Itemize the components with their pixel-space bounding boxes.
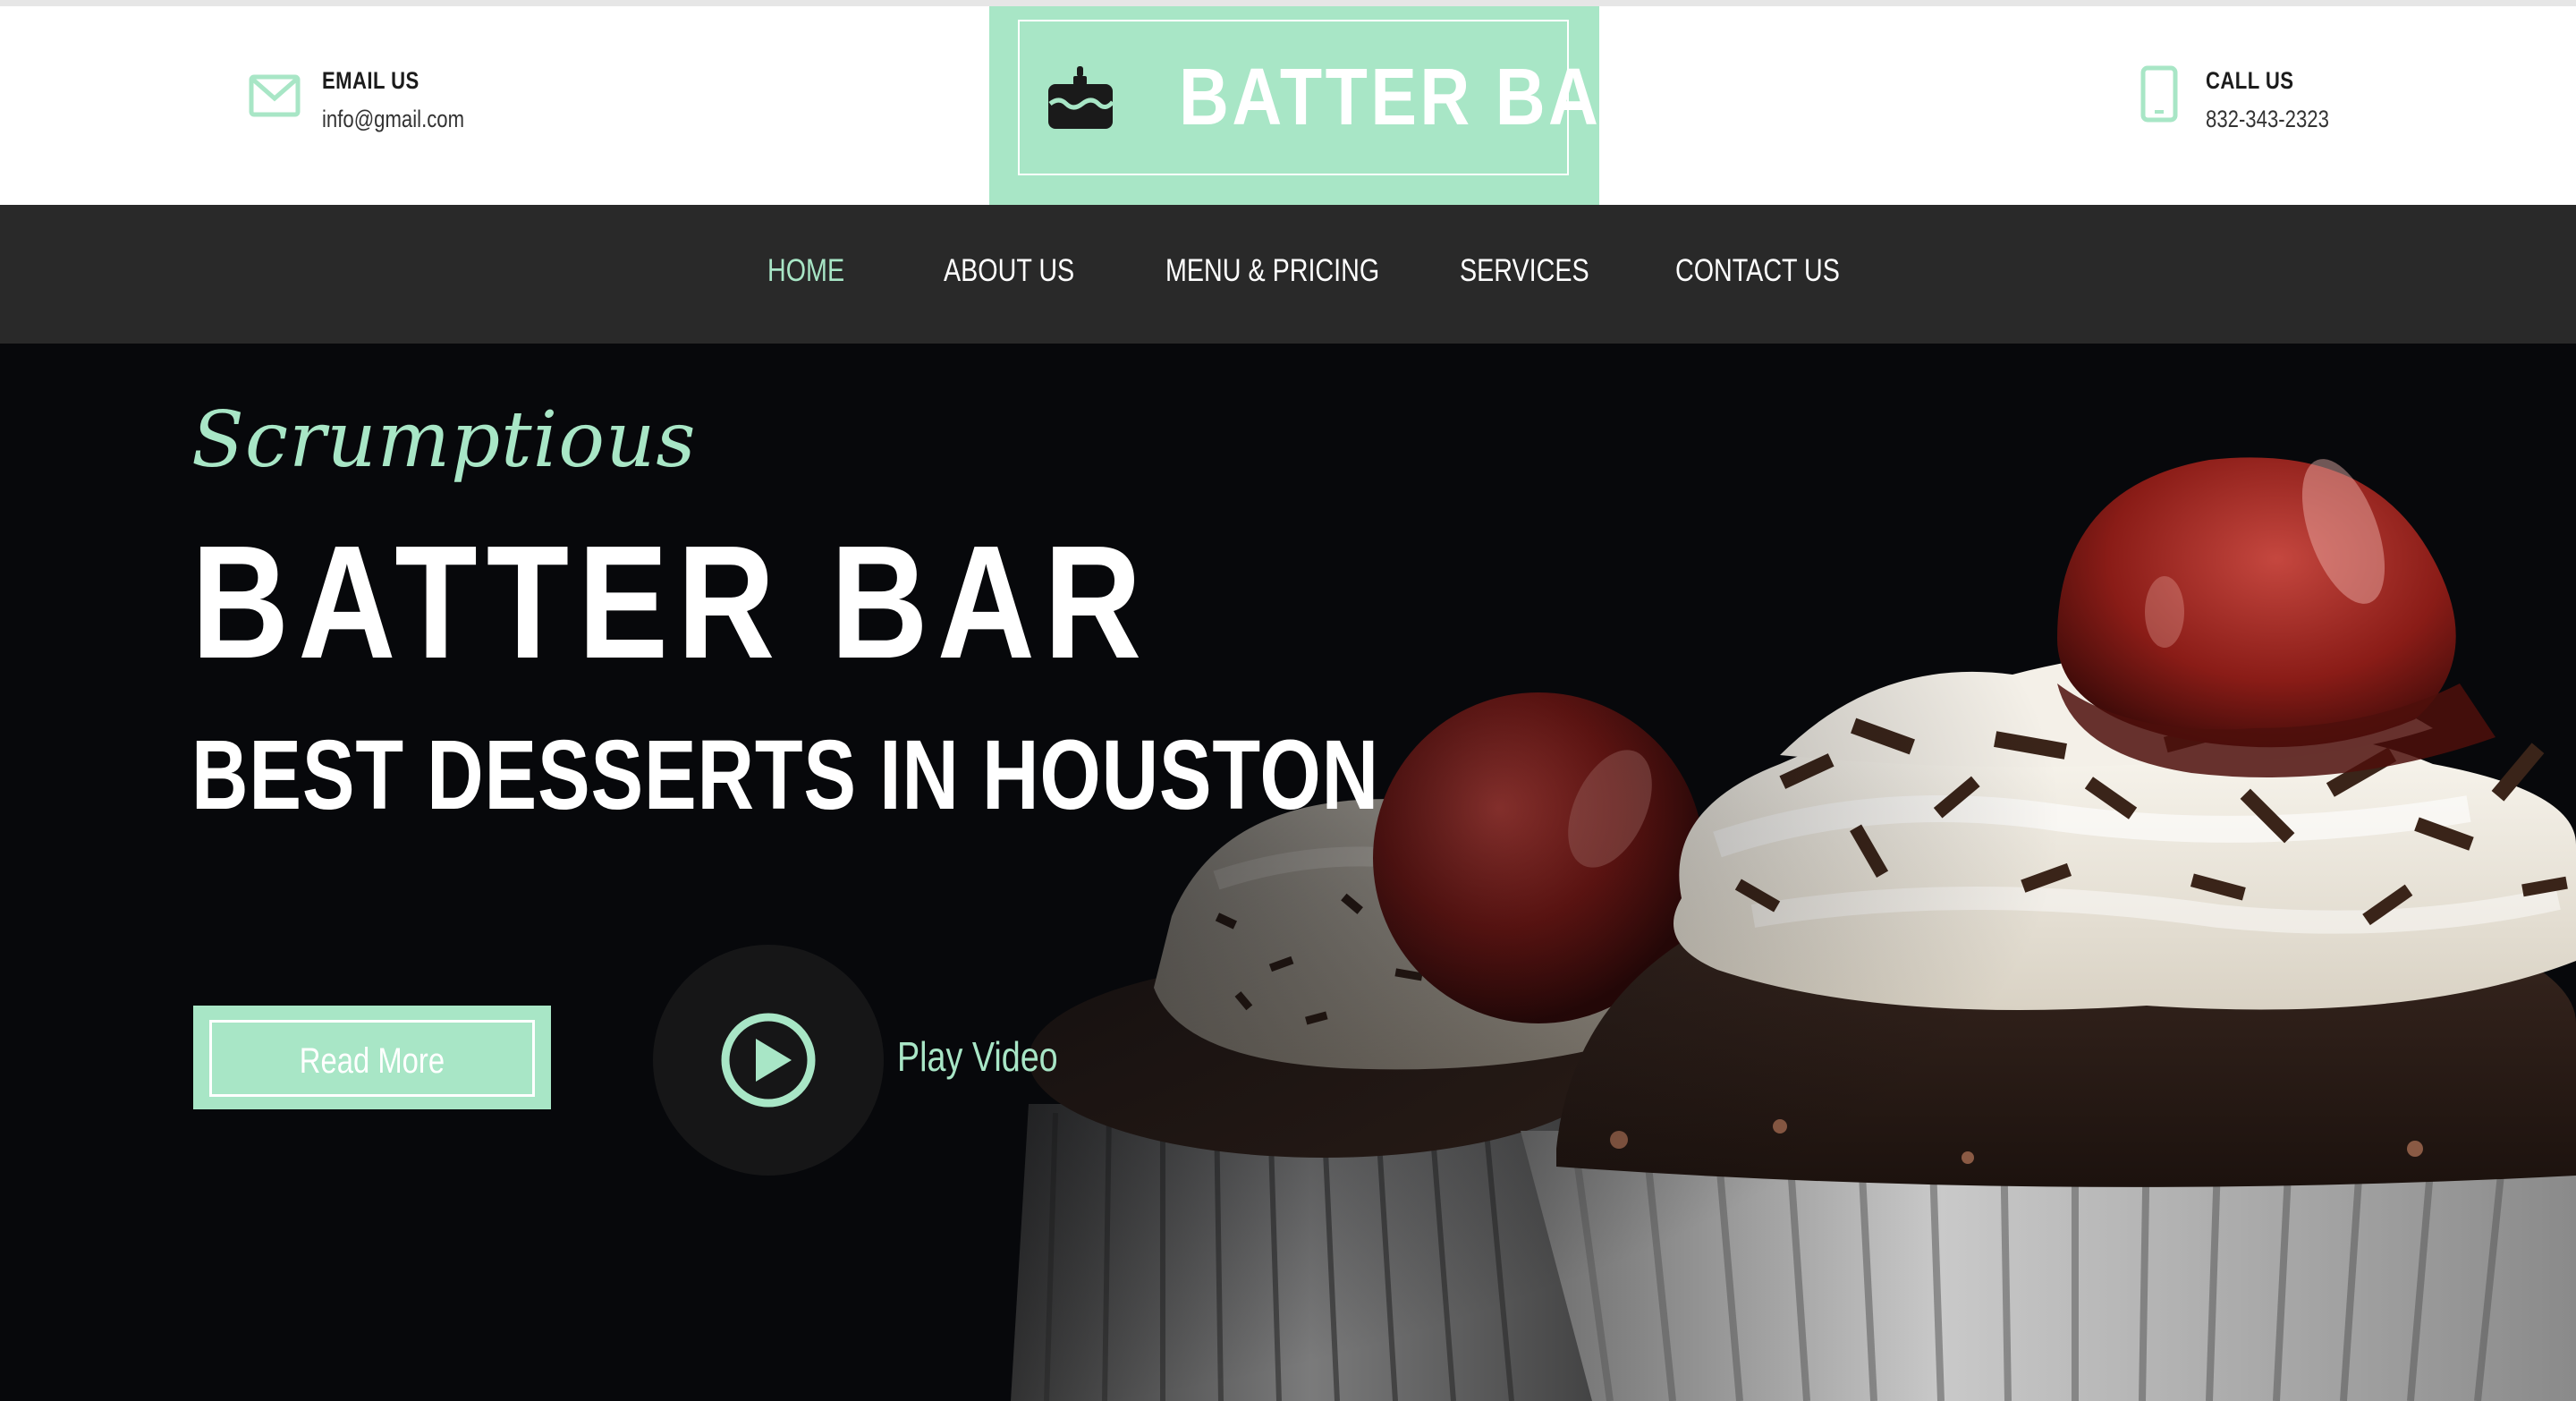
read-more-button[interactable]: Read More: [193, 1006, 551, 1109]
envelope-icon: [249, 74, 301, 122]
nav-item-services[interactable]: SERVICES: [1460, 253, 1589, 289]
play-video-label[interactable]: Play Video: [897, 1032, 1058, 1081]
mobile-phone-icon: [2140, 65, 2179, 136]
hero-subtitle: BEST DESSERTS IN HOUSTON: [191, 720, 1379, 830]
play-video-button[interactable]: [653, 945, 884, 1176]
phone-title: CALL US: [2206, 67, 2294, 94]
read-more-frame: Read More: [209, 1020, 535, 1097]
hero-script-text: Scrumptious: [191, 395, 697, 485]
hero-section: Scrumptious BATTER BAR BEST DESSERTS IN …: [0, 344, 2576, 1401]
site-logo[interactable]: BATTER BAR: [989, 6, 1651, 205]
nav-item-about-us[interactable]: ABOUT US: [944, 253, 1074, 289]
phone-number[interactable]: 832-343-2323: [2206, 106, 2329, 133]
cake-icon: [1046, 66, 1114, 133]
hero-title: BATTER BAR: [191, 513, 1151, 692]
logo-frame: BATTER BAR: [1018, 20, 1651, 175]
logo-text: BATTER BAR: [1179, 53, 1655, 142]
main-navigation: HOME ABOUT US MENU & PRICING SERVICES CO…: [0, 205, 2576, 344]
top-border: [0, 0, 2576, 6]
nav-item-home[interactable]: HOME: [767, 253, 844, 289]
site-header: EMAIL US info@gmail.com BATTER BAR CALL …: [0, 6, 2576, 205]
email-title: EMAIL US: [322, 67, 419, 94]
email-address[interactable]: info@gmail.com: [322, 106, 464, 133]
cupcake-photo: [0, 344, 2576, 1401]
nav-item-menu-pricing[interactable]: MENU & PRICING: [1165, 253, 1379, 289]
nav-item-contact-us[interactable]: CONTACT US: [1675, 253, 1840, 289]
read-more-label: Read More: [299, 1041, 445, 1081]
